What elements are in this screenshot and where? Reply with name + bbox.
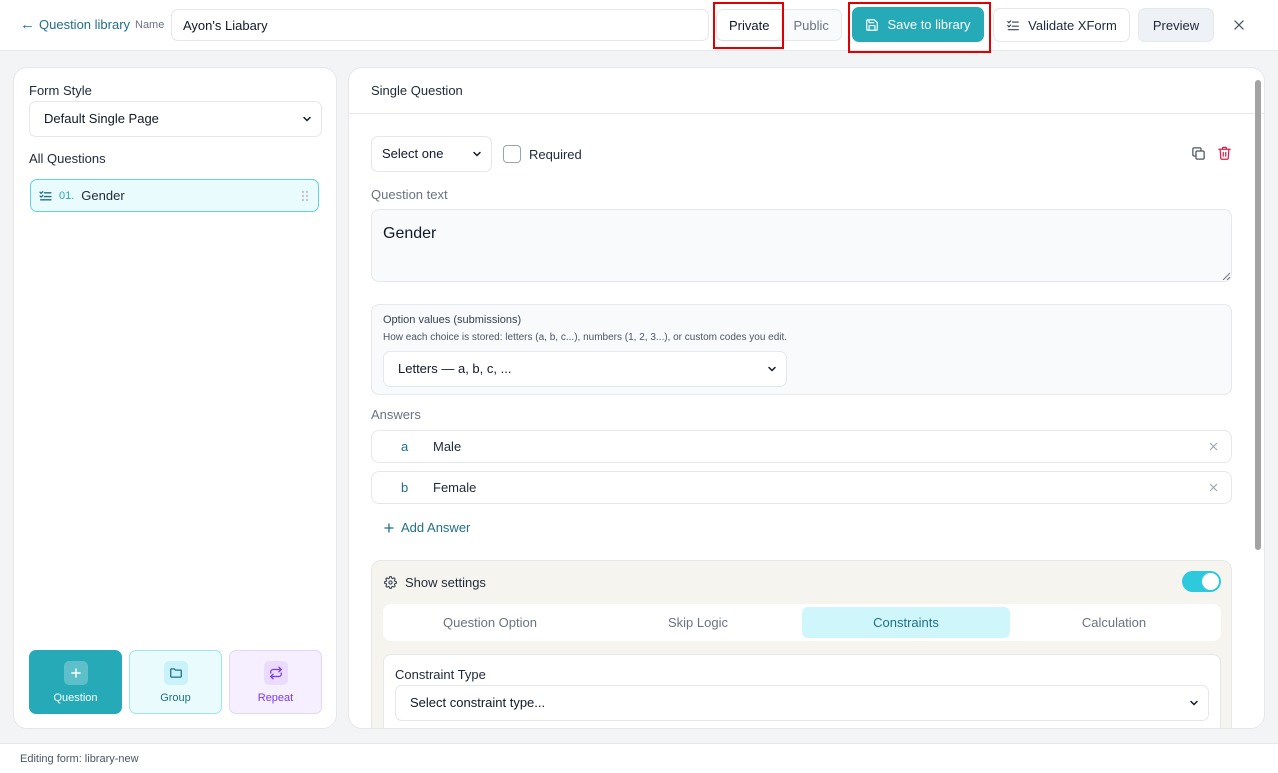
settings-section: Show settings Question Option Skip Logic… bbox=[371, 560, 1232, 728]
add-answer-label: Add Answer bbox=[401, 520, 471, 535]
constraint-type-label: Constraint Type bbox=[395, 667, 486, 682]
question-editor-panel: Single Question Select one Required Ques… bbox=[348, 67, 1265, 729]
folder-icon bbox=[163, 660, 188, 685]
option-values-description: How each choice is stored: letters (a, b… bbox=[383, 332, 788, 343]
tab-question-option[interactable]: Question Option bbox=[386, 607, 594, 638]
form-style-label: Form Style bbox=[29, 83, 92, 98]
top-bar: ← Question library Name Private Public S… bbox=[0, 0, 1278, 53]
trash-icon bbox=[1218, 146, 1231, 160]
panel-title: Single Question bbox=[371, 83, 463, 98]
status-text: Editing form: library-new bbox=[20, 753, 139, 765]
add-answer-button[interactable]: Add Answer bbox=[383, 520, 470, 535]
constraint-type-select[interactable]: Select constraint type... bbox=[395, 685, 1209, 721]
tab-calculation[interactable]: Calculation bbox=[1010, 607, 1218, 638]
save-to-library-button[interactable]: Save to library bbox=[852, 7, 984, 42]
question-text-input[interactable]: Gender bbox=[371, 209, 1232, 282]
private-button[interactable]: Private bbox=[717, 10, 782, 40]
constraints-panel: Constraint Type Select constraint type..… bbox=[383, 654, 1221, 728]
settings-tabs: Question Option Skip Logic Constraints C… bbox=[383, 604, 1221, 641]
public-button[interactable]: Public bbox=[781, 10, 840, 40]
question-number: 01. bbox=[59, 189, 75, 202]
plus-icon bbox=[384, 522, 394, 533]
panel-header: Single Question bbox=[349, 68, 1264, 114]
copy-icon bbox=[1192, 147, 1205, 160]
answer-row[interactable]: a Male bbox=[371, 430, 1232, 463]
add-repeat-button[interactable]: Repeat bbox=[229, 650, 322, 714]
save-icon bbox=[866, 18, 879, 31]
gear-icon bbox=[384, 576, 397, 589]
answer-label[interactable]: Male bbox=[433, 439, 461, 454]
option-values-select[interactable]: Letters — a, b, c, ... bbox=[383, 351, 787, 387]
questions-sidebar: Form Style Default Single Page All Quest… bbox=[13, 67, 337, 729]
library-name-input[interactable] bbox=[171, 9, 709, 41]
validate-button-label: Validate XForm bbox=[1028, 17, 1117, 33]
settings-title: Show settings bbox=[405, 575, 486, 590]
option-values-select-wrap: Letters — a, b, c, ... bbox=[383, 351, 787, 387]
delete-question-button[interactable] bbox=[1217, 145, 1232, 164]
show-settings-toggle[interactable] bbox=[1182, 571, 1221, 592]
form-style-select-wrap: Default Single Page bbox=[29, 101, 322, 137]
required-checkbox[interactable] bbox=[503, 145, 521, 163]
checklist-icon bbox=[1007, 20, 1020, 31]
preview-button[interactable]: Preview bbox=[1138, 8, 1214, 42]
back-link-label: Question library bbox=[39, 17, 131, 32]
visibility-toggle: Private Public bbox=[716, 9, 842, 41]
name-label: Name bbox=[135, 19, 165, 31]
question-list-item[interactable]: 01. Gender bbox=[30, 179, 319, 212]
duplicate-question-button[interactable] bbox=[1191, 146, 1206, 164]
remove-answer-icon[interactable] bbox=[1208, 441, 1219, 452]
arrow-left-icon: ← bbox=[20, 16, 35, 33]
add-repeat-label: Repeat bbox=[257, 691, 294, 704]
status-bar: Editing form: library-new bbox=[0, 743, 1278, 773]
editor-scrollbar[interactable] bbox=[1255, 74, 1261, 722]
answer-label[interactable]: Female bbox=[433, 480, 476, 495]
close-icon bbox=[1234, 20, 1244, 30]
form-style-select[interactable]: Default Single Page bbox=[29, 101, 322, 137]
add-group-button[interactable]: Group bbox=[129, 650, 222, 714]
add-question-button[interactable]: Question bbox=[29, 650, 122, 714]
answer-row[interactable]: b Female bbox=[371, 471, 1232, 504]
resize-handle-icon[interactable] bbox=[1222, 272, 1230, 280]
drag-handle-icon[interactable] bbox=[301, 190, 309, 202]
answer-key: a bbox=[401, 439, 409, 454]
option-values-section: Option values (submissions) How each cho… bbox=[371, 304, 1232, 395]
constraint-type-select-wrap: Select constraint type... bbox=[395, 685, 1209, 721]
question-text-label: Question text bbox=[371, 187, 448, 202]
option-values-title: Option values (submissions) bbox=[383, 314, 522, 326]
question-type-select-wrap: Select one bbox=[371, 136, 492, 172]
validate-xform-button[interactable]: Validate XForm bbox=[993, 8, 1130, 42]
question-type-select[interactable]: Select one bbox=[371, 136, 492, 172]
required-label: Required bbox=[529, 147, 582, 162]
plus-icon bbox=[63, 660, 88, 685]
save-button-label: Save to library bbox=[887, 17, 971, 32]
tab-skip-logic[interactable]: Skip Logic bbox=[594, 607, 802, 638]
answers-label: Answers bbox=[371, 407, 421, 422]
add-question-label: Question bbox=[53, 691, 98, 704]
answer-key: b bbox=[401, 480, 409, 495]
toggle-knob bbox=[1202, 573, 1219, 590]
close-button[interactable] bbox=[1228, 14, 1250, 36]
remove-answer-icon[interactable] bbox=[1208, 482, 1219, 493]
add-group-label: Group bbox=[160, 691, 191, 704]
back-to-question-library-link[interactable]: ← Question library bbox=[20, 17, 130, 32]
tab-constraints[interactable]: Constraints bbox=[802, 607, 1010, 638]
repeat-icon bbox=[263, 660, 288, 685]
scrollbar-thumb[interactable] bbox=[1255, 80, 1261, 550]
all-questions-label: All Questions bbox=[29, 151, 106, 166]
question-title: Gender bbox=[81, 188, 125, 203]
list-check-icon bbox=[39, 191, 52, 201]
